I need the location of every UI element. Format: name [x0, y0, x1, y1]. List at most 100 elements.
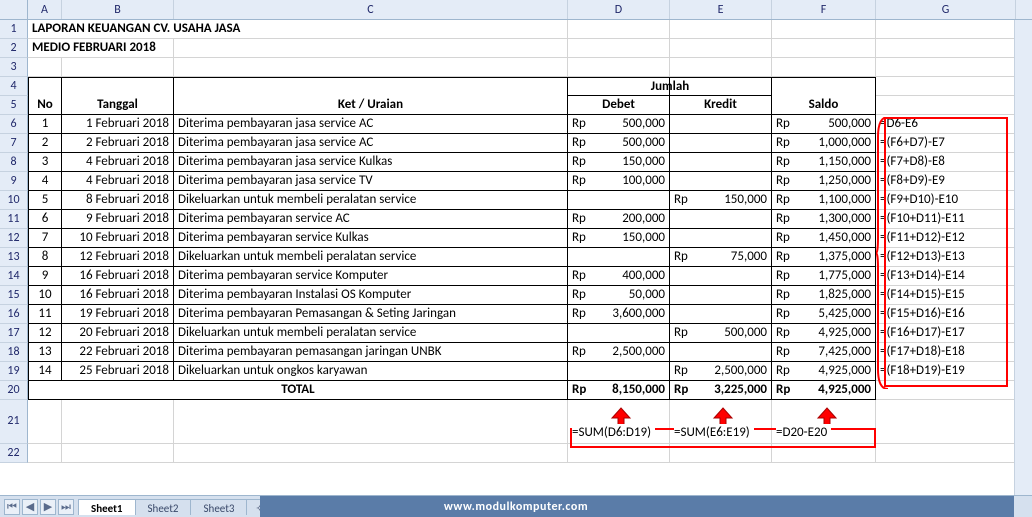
- total-label[interactable]: TOTAL: [174, 381, 568, 400]
- cell-no[interactable]: 6: [28, 210, 62, 229]
- tab-sheet1[interactable]: Sheet1: [78, 499, 136, 515]
- cell-tanggal[interactable]: 9 Februari 2018: [62, 210, 174, 229]
- cell-saldo[interactable]: Rp1,250,000: [772, 172, 876, 191]
- cell[interactable]: Tanggal: [62, 96, 174, 115]
- cell-kredit[interactable]: [670, 134, 772, 153]
- cell[interactable]: [876, 444, 1016, 463]
- total-kredit[interactable]: Rp3,225,000: [670, 381, 772, 400]
- cell-ket[interactable]: Diterima pembayaran pemasangan jaringan …: [174, 343, 568, 362]
- cell[interactable]: [174, 400, 568, 444]
- cell[interactable]: [28, 444, 62, 463]
- spreadsheet-grid[interactable]: A B C D E F G 1 LAPORAN KEUANGAN CV. USA…: [0, 0, 1032, 495]
- cell[interactable]: [174, 39, 568, 58]
- cell-debet[interactable]: [568, 324, 670, 343]
- cell-tanggal[interactable]: 20 Februari 2018: [62, 324, 174, 343]
- cell[interactable]: [568, 58, 670, 77]
- row-header[interactable]: 16: [0, 305, 28, 324]
- total-debet[interactable]: Rp8,150,000: [568, 381, 670, 400]
- cell[interactable]: [62, 400, 174, 444]
- cell[interactable]: [876, 58, 1016, 77]
- row-header[interactable]: 17: [0, 324, 28, 343]
- row-header[interactable]: 9: [0, 172, 28, 191]
- header-debet[interactable]: Debet: [568, 96, 670, 115]
- tab-sheet2[interactable]: Sheet2: [135, 499, 192, 515]
- cell-ket[interactable]: Diterima pembayaran service Komputer: [174, 267, 568, 286]
- header-tanggal[interactable]: [62, 77, 174, 96]
- cell-kredit[interactable]: Rp75,000: [670, 248, 772, 267]
- cell-tanggal[interactable]: 2 Februari 2018: [62, 134, 174, 153]
- cell-no[interactable]: 13: [28, 343, 62, 362]
- header-ket[interactable]: [174, 77, 568, 96]
- row-header[interactable]: 4: [0, 77, 28, 96]
- cell[interactable]: [670, 58, 772, 77]
- cell-formula[interactable]: =(F17+D18)-E18: [876, 343, 1016, 362]
- cell-tanggal[interactable]: 19 Februari 2018: [62, 305, 174, 324]
- cell-no[interactable]: 7: [28, 229, 62, 248]
- row-header[interactable]: 1: [0, 20, 28, 39]
- cell-no[interactable]: 11: [28, 305, 62, 324]
- col-header-C[interactable]: C: [174, 0, 568, 19]
- cell[interactable]: [62, 444, 174, 463]
- cell-debet[interactable]: Rp500,000: [568, 115, 670, 134]
- header-saldo[interactable]: [772, 77, 876, 96]
- cell-debet[interactable]: [568, 362, 670, 381]
- cell-saldo[interactable]: Rp4,925,000: [772, 362, 876, 381]
- cell-no[interactable]: 4: [28, 172, 62, 191]
- cell[interactable]: [876, 39, 1016, 58]
- cell-formula[interactable]: =(F10+D11)-E11: [876, 210, 1016, 229]
- cell-tanggal[interactable]: 10 Februari 2018: [62, 229, 174, 248]
- cell-saldo[interactable]: Rp4,925,000: [772, 324, 876, 343]
- cell-formula[interactable]: =(F11+D12)-E12: [876, 229, 1016, 248]
- cell-tanggal[interactable]: 1 Februari 2018: [62, 115, 174, 134]
- cell[interactable]: [876, 381, 1016, 400]
- cell-tanggal[interactable]: 12 Februari 2018: [62, 248, 174, 267]
- cell[interactable]: [772, 444, 876, 463]
- vertical-scrollbar[interactable]: [1014, 20, 1032, 495]
- cell-tanggal[interactable]: 16 Februari 2018: [62, 286, 174, 305]
- cell-ket[interactable]: Diterima pembayaran jasa service Kulkas: [174, 153, 568, 172]
- cell[interactable]: [62, 58, 174, 77]
- cell[interactable]: [876, 400, 1016, 444]
- row-header[interactable]: 7: [0, 134, 28, 153]
- cell-formula[interactable]: =(F14+D15)-E15: [876, 286, 1016, 305]
- cell-debet[interactable]: Rp50,000: [568, 286, 670, 305]
- cell-saldo[interactable]: Rp1,150,000: [772, 153, 876, 172]
- cell-kredit[interactable]: [670, 267, 772, 286]
- cell-saldo[interactable]: Rp1,100,000: [772, 191, 876, 210]
- cell-saldo[interactable]: Rp500,000: [772, 115, 876, 134]
- row-header[interactable]: 6: [0, 115, 28, 134]
- header-jumlah[interactable]: Jumlah: [568, 77, 670, 96]
- formula-f[interactable]: =D20-E20: [772, 400, 876, 444]
- cell-formula[interactable]: =(F6+D7)-E7: [876, 134, 1016, 153]
- cell-saldo[interactable]: Rp1,825,000: [772, 286, 876, 305]
- col-header-B[interactable]: B: [62, 0, 174, 19]
- cell-no[interactable]: 1: [28, 115, 62, 134]
- cell-debet[interactable]: Rp3,600,000: [568, 305, 670, 324]
- cell-saldo[interactable]: Rp7,425,000: [772, 343, 876, 362]
- cell[interactable]: [670, 444, 772, 463]
- cell-formula[interactable]: =(F16+D17)-E17: [876, 324, 1016, 343]
- cell-saldo[interactable]: Rp1,000,000: [772, 134, 876, 153]
- tab-next-button[interactable]: ▶: [40, 499, 56, 515]
- tab-sheet3[interactable]: Sheet3: [190, 499, 247, 515]
- cell-tanggal[interactable]: 22 Februari 2018: [62, 343, 174, 362]
- cell[interactable]: [876, 20, 1016, 39]
- cell-kredit[interactable]: Rp2,500,000: [670, 362, 772, 381]
- cell-saldo[interactable]: Rp1,450,000: [772, 229, 876, 248]
- cell-formula[interactable]: =(F12+D13)-E13: [876, 248, 1016, 267]
- cell-kredit[interactable]: [670, 229, 772, 248]
- row-header[interactable]: 2: [0, 39, 28, 58]
- total-saldo[interactable]: Rp4,925,000: [772, 381, 876, 400]
- cell-debet[interactable]: Rp500,000: [568, 134, 670, 153]
- cell-kredit[interactable]: [670, 305, 772, 324]
- cell[interactable]: [670, 20, 772, 39]
- row-header[interactable]: 21: [0, 400, 28, 444]
- cell-kredit[interactable]: [670, 343, 772, 362]
- cell-no[interactable]: 9: [28, 267, 62, 286]
- row-header[interactable]: 12: [0, 229, 28, 248]
- row-header[interactable]: 5: [0, 96, 28, 115]
- cell-tanggal[interactable]: 8 Februari 2018: [62, 191, 174, 210]
- cell-saldo[interactable]: Rp5,425,000: [772, 305, 876, 324]
- row-header[interactable]: 14: [0, 267, 28, 286]
- cell[interactable]: [670, 39, 772, 58]
